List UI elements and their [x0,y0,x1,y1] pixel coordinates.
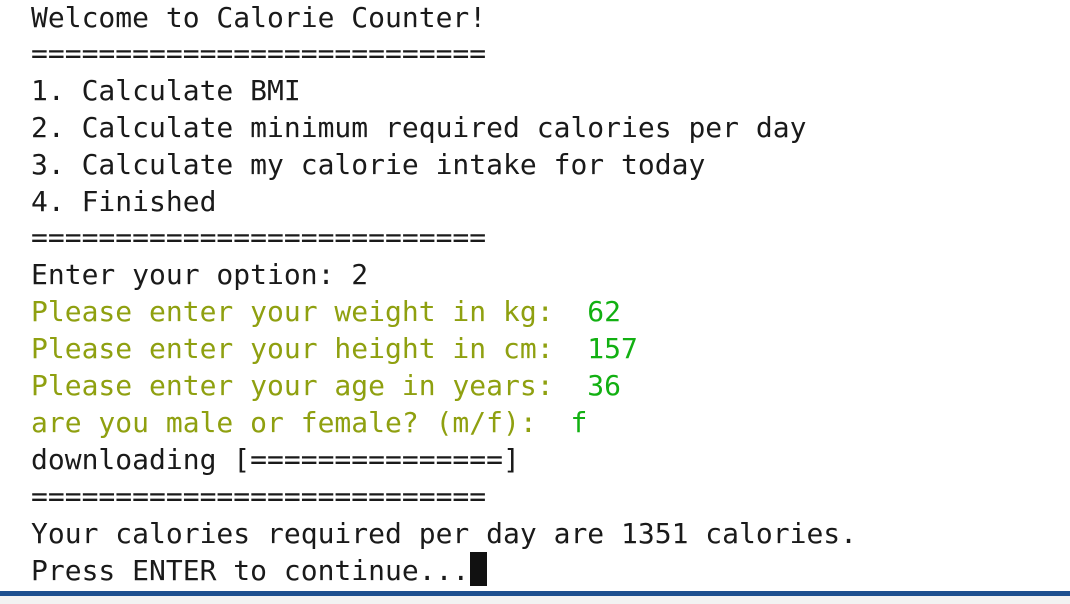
option-line: Enter your option: 2 [31,256,368,293]
continue-prompt: Press ENTER to continue... [31,554,470,587]
height-answer: 157 [587,332,638,365]
welcome-title: Welcome to Calorie Counter! [31,1,487,34]
menu-item-bmi: 1. Calculate BMI [31,74,301,107]
result-text: Your calories required per day are 1351 … [31,517,858,550]
menu-item-calorie-intake: 3. Calculate my calorie intake for today [31,148,706,181]
height-prompt: Please enter your height in cm: [31,332,588,365]
age-prompt: Please enter your age in years: [31,369,588,402]
separator-line: =========================== [31,221,487,254]
text-cursor [470,552,488,586]
option-prompt: Enter your option: [31,258,352,291]
age-line: Please enter your age in years: 36 [31,367,621,404]
menu-item-finished: 4. Finished [31,185,217,218]
window-bottom-strip [0,596,1070,604]
sex-answer: f [570,406,588,439]
continue-line[interactable]: Press ENTER to continue... [31,552,488,589]
weight-answer: 62 [587,295,622,328]
sex-line: are you male or female? (m/f): f [31,404,587,441]
downloading-progress: downloading [===============] [31,443,520,476]
separator-line: =========================== [31,37,487,70]
sex-prompt: are you male or female? (m/f): [31,406,571,439]
separator-line: =========================== [31,480,487,513]
weight-prompt: Please enter your weight in kg: [31,295,588,328]
menu-item-min-calories: 2. Calculate minimum required calories p… [31,111,807,144]
option-value: 2 [351,258,369,291]
weight-line: Please enter your weight in kg: 62 [31,293,621,330]
terminal-window[interactable]: Welcome to Calorie Counter! ============… [0,0,1070,604]
height-line: Please enter your height in cm: 157 [31,330,638,367]
age-answer: 36 [587,369,622,402]
